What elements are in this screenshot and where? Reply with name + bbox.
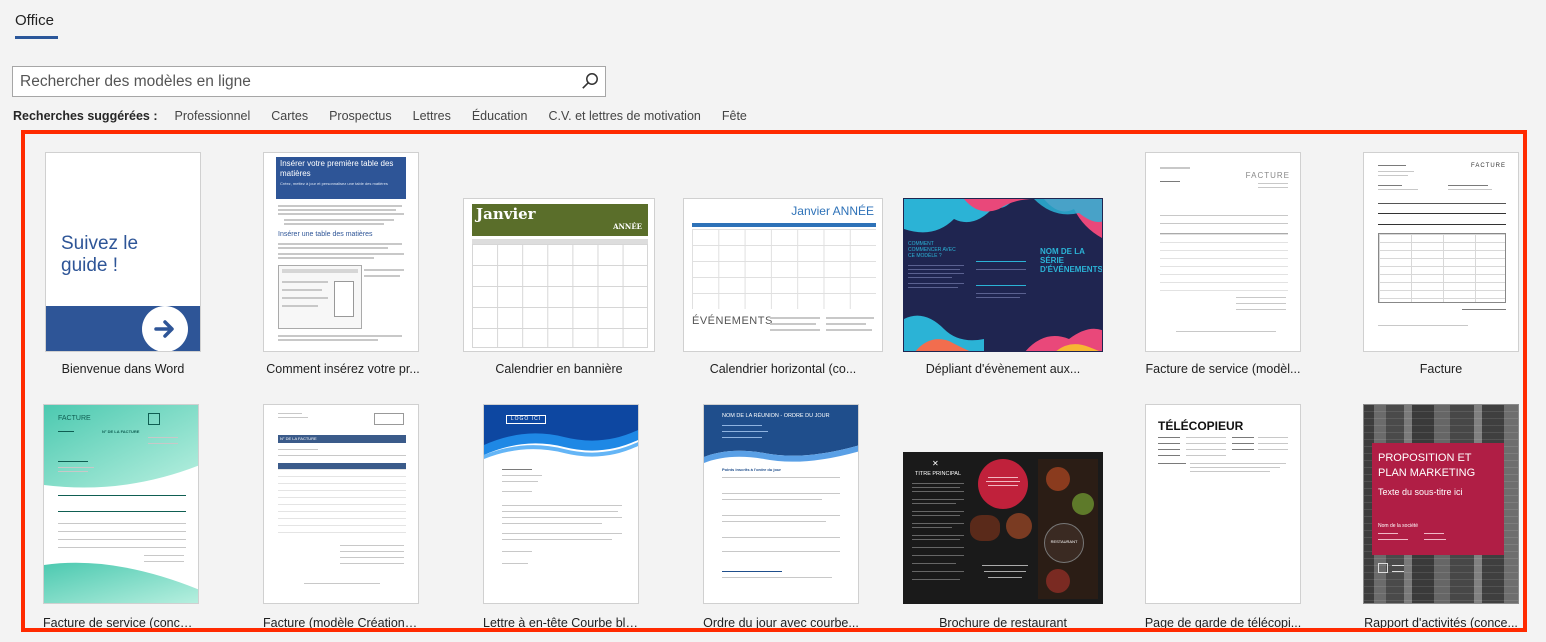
thumbnail-subtitle: Texte du sous-titre ici xyxy=(1378,487,1463,497)
thumbnail-badge: RESTAURANT xyxy=(1050,539,1078,544)
arrow-right-icon xyxy=(142,306,188,351)
thumbnail-headline: Suivez le guide ! xyxy=(61,233,139,276)
thumbnail-month: Janvier ANNÉE xyxy=(791,204,874,218)
suggested-search-prospectus[interactable]: Prospectus xyxy=(329,109,392,123)
suggested-search-cv[interactable]: C.V. et lettres de motivation xyxy=(548,109,700,123)
template-thumbnail: TÉLÉCOPIEUR xyxy=(1145,404,1301,604)
template-thumbnail: PROPOSITION ET PLAN MARKETING Texte du s… xyxy=(1363,404,1519,604)
suggested-search-fete[interactable]: Fête xyxy=(722,109,747,123)
template-thumbnail: COMMENT COMMENCER AVEC CE MODÈLE ? NOM D… xyxy=(903,198,1103,352)
template-thumbnail: ✕ TITRE PRINCIPAL RESTAURANT xyxy=(903,452,1103,604)
tab-selected-indicator xyxy=(15,36,58,39)
template-thumbnail: Insérer votre première table des matière… xyxy=(263,152,419,352)
thumbnail-title: NOM DE LA RÉUNION - ORDRE DU JOUR xyxy=(722,413,830,419)
thumbnail-company: Nom de la société xyxy=(1378,523,1419,529)
template-name: Page de garde de télécopi... xyxy=(1144,616,1302,630)
thumbnail-title: NOM DE LA SÉRIE D'ÉVÉNEMENTS xyxy=(1040,247,1103,274)
thumbnail-title: FACTURE xyxy=(1470,163,1506,169)
thumbnail-title: TÉLÉCOPIEUR xyxy=(1158,419,1244,433)
template-search-box[interactable] xyxy=(12,66,606,97)
thumbnail-title: Insérer votre première table des matière… xyxy=(280,159,394,178)
template-thumbnail: FACTURE N° DE LA FACTURE xyxy=(43,404,199,604)
thumbnail-events: ÉVÉNEMENTS xyxy=(692,315,773,327)
template-name: Lettre à en-tête Courbe ble... xyxy=(483,616,639,630)
template-name: Calendrier en bannière xyxy=(495,362,623,376)
thumbnail-logo: LOGO ICI xyxy=(506,415,546,424)
template-name: Rapport d'activités (conce... xyxy=(1364,616,1518,630)
suggested-search-cartes[interactable]: Cartes xyxy=(271,109,308,123)
thumbnail-title: FACTURE xyxy=(58,415,91,422)
thumbnail-question: COMMENT COMMENCER AVEC CE MODÈLE ? xyxy=(908,241,956,259)
thumbnail-heading: Points inscrits à l'ordre du jour xyxy=(722,467,781,472)
template-name: Dépliant d'évènement aux... xyxy=(925,362,1081,376)
template-name: Facture (modèle Création i... xyxy=(263,616,419,630)
template-name: Facture xyxy=(1419,362,1463,376)
template-name: Brochure de restaurant xyxy=(939,616,1067,630)
template-name: Facture de service (modèl... xyxy=(1145,362,1301,376)
thumbnail-title: FACTURE xyxy=(1245,171,1290,180)
thumbnail-invoice-number: N° DE LA FACTURE xyxy=(102,429,140,434)
suggested-searches: Recherches suggérées : Professionnel Car… xyxy=(13,108,768,124)
template-thumbnail: FACTURE xyxy=(1145,152,1301,352)
search-icon[interactable] xyxy=(579,70,601,92)
tab-office[interactable]: Office xyxy=(15,12,54,29)
close-icon: ✕ xyxy=(932,459,939,468)
template-thumbnail: LOGO ICI xyxy=(483,404,639,604)
template-name: Calendrier horizontal (co... xyxy=(709,362,857,376)
template-thumbnail: FACTURE xyxy=(1363,152,1519,352)
suggested-searches-label: Recherches suggérées : xyxy=(13,109,158,123)
template-thumbnail: NOM DE LA RÉUNION - ORDRE DU JOUR Points… xyxy=(703,404,859,604)
suggested-search-education[interactable]: Éducation xyxy=(472,109,528,123)
template-name: Comment insérez votre pr... xyxy=(266,362,420,376)
template-name: Bienvenue dans Word xyxy=(61,362,185,376)
thumbnail-year: ANNÉE xyxy=(613,222,642,231)
thumbnail-subtitle: Créez, mettez à jour et personnalisez un… xyxy=(280,181,388,186)
template-name: Ordre du jour avec courbe... xyxy=(703,616,859,630)
template-thumbnail: Janvier ANNÉE xyxy=(463,198,655,352)
thumbnail-heading: Insérer une table des matières xyxy=(278,231,373,238)
template-gallery: Suivez le guide ! Bienvenue dans Word In… xyxy=(21,130,1527,632)
template-thumbnail: Suivez le guide ! xyxy=(45,152,201,352)
template-search-input[interactable] xyxy=(13,67,573,96)
thumbnail-title: PROPOSITION ET PLAN MARKETING xyxy=(1378,452,1476,479)
thumbnail-title: TITRE PRINCIPAL xyxy=(914,471,962,477)
template-thumbnail: N° DE LA FACTURE xyxy=(263,404,419,604)
thumbnail-title: N° DE LA FACTURE xyxy=(280,436,317,441)
template-thumbnail: Janvier ANNÉE ÉVÉNEMENTS xyxy=(683,198,883,352)
template-name: Facture de service (concep... xyxy=(43,616,199,630)
thumbnail-month: Janvier xyxy=(476,205,536,223)
suggested-search-professionnel[interactable]: Professionnel xyxy=(175,109,251,123)
suggested-search-lettres[interactable]: Lettres xyxy=(413,109,451,123)
